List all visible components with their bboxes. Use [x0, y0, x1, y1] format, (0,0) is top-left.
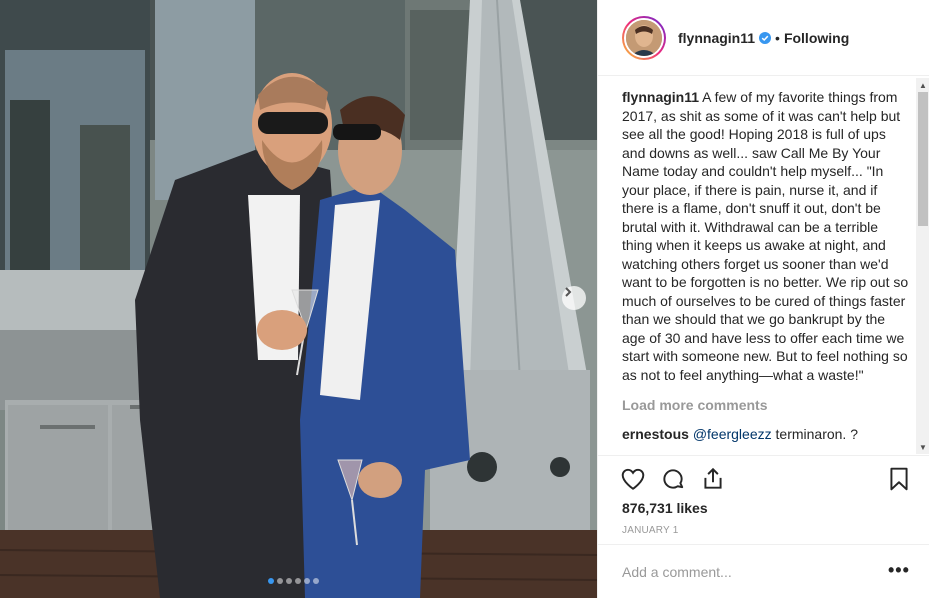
- scrollbar-thumb[interactable]: [918, 92, 928, 226]
- post-photo[interactable]: [0, 0, 597, 598]
- following-button[interactable]: Following: [784, 30, 849, 46]
- share-button[interactable]: [700, 466, 726, 492]
- bookmark-icon: [890, 467, 908, 491]
- comment-icon: [663, 469, 684, 489]
- comment-mention[interactable]: @feergleezz: [693, 426, 772, 442]
- comment-item: ernestous @feergleezz terminaron. ?: [622, 425, 910, 444]
- next-photo-button[interactable]: [562, 286, 586, 310]
- share-icon: [704, 467, 722, 489]
- post-details-panel: flynnagin11 • Following flynnagin11 A fe…: [597, 0, 929, 598]
- comment-username[interactable]: ernestous: [622, 426, 689, 442]
- carousel-dot: [268, 578, 274, 584]
- post-actions-bar: [598, 455, 929, 503]
- save-button[interactable]: [886, 466, 912, 492]
- scroll-up-arrow-icon[interactable]: ▲: [916, 78, 929, 92]
- likes-count[interactable]: 876,731 likes: [622, 500, 708, 516]
- caption-text: A few of my favorite things from 2017, a…: [622, 89, 909, 383]
- like-button[interactable]: [620, 466, 646, 492]
- post-image: [0, 0, 597, 598]
- carousel-dot: [286, 578, 292, 584]
- carousel-dot: [295, 578, 301, 584]
- heart-icon: [621, 468, 645, 490]
- avatar[interactable]: [622, 15, 666, 60]
- carousel-dot: [304, 578, 310, 584]
- avatar-image: [624, 17, 664, 58]
- carousel-indicator: [268, 578, 319, 584]
- add-comment-input[interactable]: [622, 563, 872, 581]
- post-header: flynnagin11 • Following: [598, 0, 929, 76]
- add-comment-bar: •••: [598, 544, 929, 598]
- scroll-down-arrow-icon[interactable]: ▼: [916, 440, 929, 454]
- verified-badge-icon: [759, 31, 772, 44]
- comment-text: terminaron. ?: [771, 425, 859, 442]
- post-date[interactable]: JANUARY 1: [622, 525, 678, 536]
- header-separator: •: [775, 29, 780, 46]
- chevron-right-icon: [565, 287, 572, 297]
- more-options-button[interactable]: •••: [888, 561, 910, 579]
- post-username[interactable]: flynnagin11: [678, 30, 755, 46]
- comments-scrollbar[interactable]: ▲ ▼: [916, 78, 929, 454]
- carousel-dot: [313, 578, 319, 584]
- post-caption: flynnagin11 A few of my favorite things …: [622, 88, 910, 384]
- comment-button[interactable]: [660, 466, 686, 492]
- comments-section: flynnagin11 A few of my favorite things …: [622, 88, 910, 456]
- load-more-comments-button[interactable]: Load more comments: [622, 396, 910, 415]
- carousel-dot: [277, 578, 283, 584]
- caption-username[interactable]: flynnagin11: [622, 89, 699, 105]
